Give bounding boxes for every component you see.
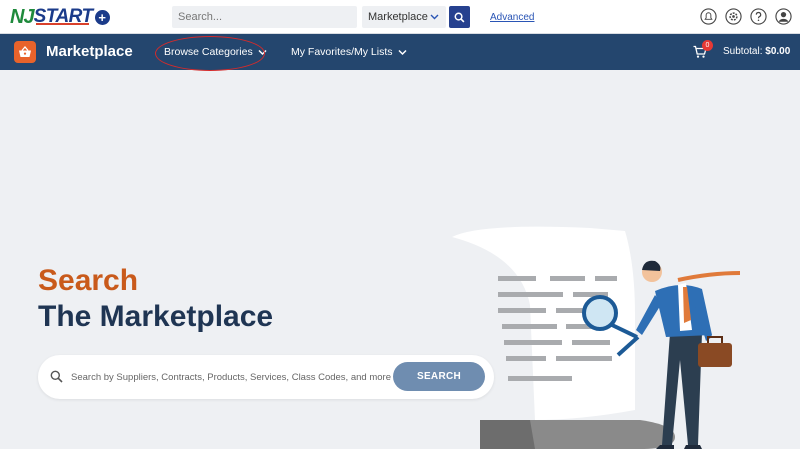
marketplace-basket-icon[interactable] [14, 41, 36, 63]
cart-count-badge: 0 [702, 40, 713, 51]
top-bar: NJ START + Marketplace Advanced [0, 0, 800, 34]
annotation-highlight-ellipse [155, 36, 265, 71]
search-scope-select[interactable]: Marketplace [362, 6, 446, 28]
user-icon[interactable] [774, 7, 792, 25]
document-scroll [452, 226, 675, 449]
search-icon [50, 370, 63, 383]
top-search-input[interactable] [172, 6, 357, 28]
top-icon-group [699, 7, 792, 25]
subtotal-value: $0.00 [765, 46, 791, 57]
hero-illustration [452, 226, 741, 449]
nav-favorites-lists[interactable]: My Favorites/My Lists [291, 46, 407, 58]
njstart-logo[interactable]: NJ START + [10, 4, 110, 30]
help-icon[interactable] [749, 7, 767, 25]
chevron-down-icon [397, 49, 407, 55]
notifications-icon[interactable] [699, 7, 717, 25]
subtotal-label: Subtotal: [723, 46, 763, 57]
hero-title-marketplace: The Marketplace [38, 300, 274, 333]
hero-title-search: Search [38, 264, 139, 297]
chevron-down-icon [430, 14, 439, 20]
marketplace-title[interactable]: Marketplace [46, 43, 133, 60]
marketplace-search-input[interactable] [71, 367, 391, 387]
advanced-search-link[interactable]: Advanced [490, 12, 534, 23]
marketplace-search-bar: SEARCH [38, 355, 494, 399]
logo-start: START [33, 6, 94, 27]
cart-subtotal[interactable]: Subtotal: $0.00 [723, 46, 790, 57]
search-scope-value: Marketplace [368, 11, 428, 23]
top-search-button[interactable] [449, 6, 470, 28]
nav-favorites-lists-label: My Favorites/My Lists [291, 46, 393, 58]
search-icon [454, 12, 465, 22]
logo-plus: + [94, 9, 110, 25]
logo-nj: NJ [10, 5, 35, 28]
settings-icon[interactable] [724, 7, 742, 25]
main-nav-bar: Marketplace Browse Categories My Favorit… [0, 34, 800, 70]
